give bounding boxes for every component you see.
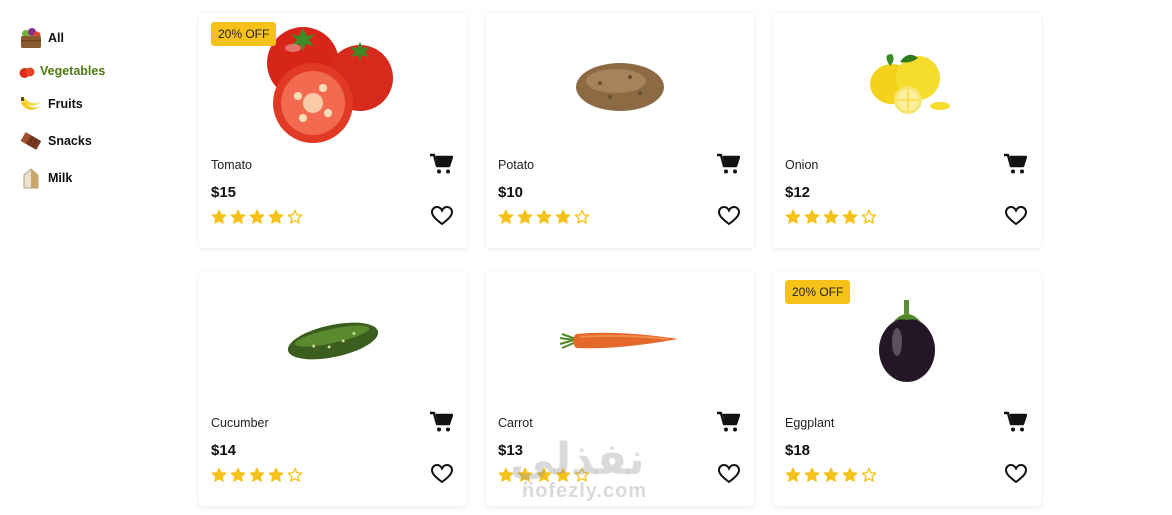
star-filled-icon — [555, 209, 571, 224]
star-filled-icon — [842, 209, 858, 224]
category-milk[interactable]: Milk — [18, 164, 168, 192]
product-name: Potato — [498, 158, 535, 172]
carrot-image — [486, 271, 754, 411]
star-filled-icon — [498, 209, 514, 224]
wishlist-heart-icon[interactable] — [430, 205, 454, 226]
product-name: Cucumber — [211, 416, 269, 430]
star-filled-icon — [804, 467, 820, 482]
rating-stars — [211, 209, 303, 225]
category-all[interactable]: All — [18, 24, 168, 52]
category-label: Milk — [48, 171, 73, 185]
star-filled-icon — [249, 209, 265, 224]
chocolate-bar-icon — [18, 128, 44, 154]
product-price: $18 — [785, 442, 811, 459]
category-snacks[interactable]: Snacks — [18, 127, 168, 155]
product-card-eggplant[interactable]: 20% OFF Eggplant $18 — [773, 271, 1041, 506]
star-outline-icon — [287, 467, 303, 482]
star-filled-icon — [823, 209, 839, 224]
milk-carton-icon — [18, 165, 44, 191]
star-filled-icon — [268, 467, 284, 482]
category-label: Snacks — [48, 134, 92, 148]
product-name: Tomato — [211, 158, 252, 172]
lemon-image — [773, 13, 1041, 153]
product-card-carrot[interactable]: Carrot $13 — [486, 271, 754, 506]
product-grid: 20% OFF Tomato $15 Potato $10 Onion $12 … — [199, 13, 1041, 506]
star-filled-icon — [555, 467, 571, 482]
star-filled-icon — [211, 209, 227, 224]
product-price: $12 — [785, 184, 811, 201]
discount-badge: 20% OFF — [785, 280, 851, 304]
rating-stars — [785, 209, 877, 225]
star-filled-icon — [536, 209, 552, 224]
star-filled-icon — [211, 467, 227, 482]
cucumber-image — [199, 271, 467, 411]
wishlist-heart-icon[interactable] — [1004, 463, 1028, 484]
product-price: $13 — [498, 442, 524, 459]
product-card-potato[interactable]: Potato $10 — [486, 13, 754, 248]
rating-stars — [211, 467, 303, 483]
discount-badge: 20% OFF — [211, 22, 277, 46]
category-sidebar: All Vegetables Fruits Snacks Milk — [18, 24, 168, 201]
add-to-cart-icon[interactable] — [716, 411, 741, 433]
product-card-tomato[interactable]: 20% OFF Tomato $15 — [199, 13, 467, 248]
star-filled-icon — [785, 209, 801, 224]
tomato-icon — [18, 62, 36, 80]
rating-stars — [785, 467, 877, 483]
fruit-crate-icon — [18, 25, 44, 51]
star-filled-icon — [536, 467, 552, 482]
potato-image — [486, 13, 754, 153]
star-filled-icon — [842, 467, 858, 482]
rating-stars — [498, 209, 590, 225]
product-price: $14 — [211, 442, 237, 459]
star-outline-icon — [574, 209, 590, 224]
star-outline-icon — [861, 209, 877, 224]
add-to-cart-icon[interactable] — [716, 153, 741, 175]
add-to-cart-icon[interactable] — [429, 411, 454, 433]
wishlist-heart-icon[interactable] — [717, 463, 741, 484]
star-filled-icon — [498, 467, 514, 482]
product-name: Carrot — [498, 416, 533, 430]
wishlist-heart-icon[interactable] — [1004, 205, 1028, 226]
banana-icon — [18, 91, 44, 117]
star-filled-icon — [804, 209, 820, 224]
star-filled-icon — [785, 467, 801, 482]
category-label: Fruits — [48, 97, 83, 111]
star-filled-icon — [249, 467, 265, 482]
category-label: All — [48, 31, 64, 45]
rating-stars — [498, 467, 590, 483]
add-to-cart-icon[interactable] — [1003, 411, 1028, 433]
star-filled-icon — [230, 467, 246, 482]
add-to-cart-icon[interactable] — [1003, 153, 1028, 175]
wishlist-heart-icon[interactable] — [430, 463, 454, 484]
product-name: Eggplant — [785, 416, 835, 430]
wishlist-heart-icon[interactable] — [717, 205, 741, 226]
star-filled-icon — [823, 467, 839, 482]
product-name: Onion — [785, 158, 819, 172]
category-fruits[interactable]: Fruits — [18, 90, 168, 118]
category-label: Vegetables — [40, 64, 106, 78]
product-price: $10 — [498, 184, 524, 201]
star-filled-icon — [230, 209, 246, 224]
star-filled-icon — [268, 209, 284, 224]
product-card-cucumber[interactable]: Cucumber $14 — [199, 271, 467, 506]
product-card-onion[interactable]: Onion $12 — [773, 13, 1041, 248]
star-filled-icon — [517, 209, 533, 224]
star-outline-icon — [574, 467, 590, 482]
product-price: $15 — [211, 184, 237, 201]
star-outline-icon — [287, 209, 303, 224]
category-vegetables[interactable]: Vegetables — [18, 61, 168, 81]
star-filled-icon — [517, 467, 533, 482]
star-outline-icon — [861, 467, 877, 482]
add-to-cart-icon[interactable] — [429, 153, 454, 175]
